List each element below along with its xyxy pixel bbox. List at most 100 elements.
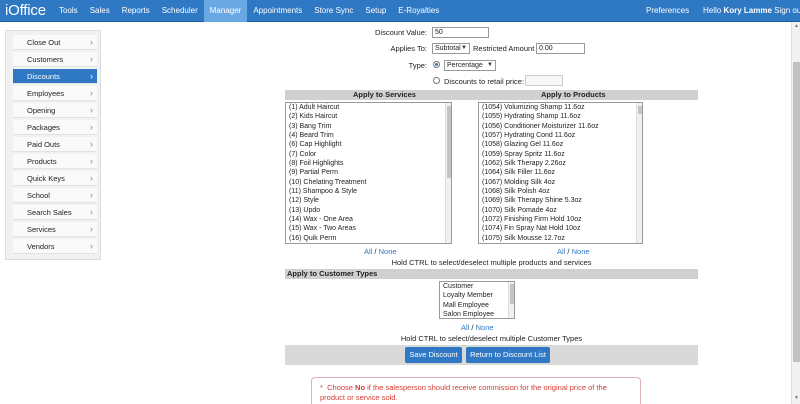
services-listbox[interactable]: (1) Adult Haircut (2) Kids Haircut (3) Ban…	[285, 102, 452, 244]
nav-item-store-sync[interactable]: Store Sync	[308, 0, 359, 22]
nav-item-reports[interactable]: Reports	[116, 0, 156, 22]
products-all-none: All / None	[557, 247, 590, 256]
sidebar-item-customers[interactable]: Customers ›	[13, 52, 97, 67]
sidebar-item-services[interactable]: Services ›	[13, 222, 97, 237]
sidebar-item-packages[interactable]: Packages ›	[13, 120, 97, 135]
customer-types-scrollbar[interactable]	[508, 282, 514, 318]
type-label: Type:	[408, 61, 427, 70]
signout-link[interactable]: Sign out	[774, 6, 800, 15]
services-header: Apply to Services	[353, 90, 416, 99]
nav-item-appointments[interactable]: Appointments	[247, 0, 308, 22]
list-option[interactable]: (12) Style	[286, 196, 451, 205]
sidebar-item-school[interactable]: School ›	[13, 188, 97, 203]
sidebar-item-products[interactable]: Products ›	[13, 154, 97, 169]
list-option[interactable]: (7) Color	[286, 150, 451, 159]
sidebar-item-label: Products	[27, 157, 57, 166]
preferences-link[interactable]: Preferences	[646, 0, 689, 22]
type-select[interactable]: Percentage ▼	[444, 60, 496, 71]
products-ctrl-hint: Hold CTRL to select/deselect multiple pr…	[391, 258, 592, 267]
sidebar-item-quick-keys[interactable]: Quick Keys ›	[13, 171, 97, 186]
list-option[interactable]: (1) Adult Haircut	[286, 103, 451, 112]
list-option[interactable]: Loyalty Member	[440, 291, 514, 300]
sidebar-item-close-out[interactable]: Close Out ›	[13, 35, 97, 50]
products-scrollbar[interactable]	[636, 103, 642, 243]
discount-value-input[interactable]: 50	[432, 27, 489, 38]
products-select-none-link[interactable]: None	[572, 247, 590, 256]
list-option[interactable]: (11) Shampoo & Style	[286, 187, 451, 196]
list-option[interactable]: (3) Bang Trim	[286, 122, 451, 131]
user-name: Kory Lamme	[723, 6, 772, 15]
list-option[interactable]: (2) Kids Haircut	[286, 112, 451, 121]
discount-value-label: Discount Value:	[375, 28, 427, 37]
chevron-right-icon: ›	[90, 37, 93, 47]
customer-types-listbox[interactable]: Customer Loyalty Member Mall Employee Salon…	[439, 281, 515, 319]
nav-item-setup[interactable]: Setup	[359, 0, 392, 22]
retail-price-label: Discounts to retail price:	[444, 77, 525, 86]
sidebar-item-employees[interactable]: Employees ›	[13, 86, 97, 101]
list-option[interactable]: (1075) Silk Mousse 12.7oz	[479, 234, 642, 243]
list-option[interactable]: (9) Partial Perm	[286, 168, 451, 177]
sidebar-item-vendors[interactable]: Vendors ›	[13, 239, 97, 254]
list-option[interactable]: (1054) Volumizing Shamp 11.6oz	[479, 103, 642, 112]
scroll-up-icon[interactable]: ▲	[793, 23, 800, 30]
list-option[interactable]: (1067) Molding Silk 4oz	[479, 178, 642, 187]
list-option[interactable]: (15) Wax - Two Areas	[286, 224, 451, 233]
scrollbar-thumb[interactable]	[447, 106, 451, 178]
nav-item-tools[interactable]: Tools	[53, 0, 84, 22]
restricted-amount-input[interactable]: 0.00	[536, 43, 585, 54]
chevron-right-icon: ›	[90, 88, 93, 98]
page-scrollbar-thumb[interactable]	[793, 62, 800, 362]
type-retail-radio[interactable]	[433, 77, 440, 84]
list-option[interactable]: (1055) Hydrating Shamp 11.6oz	[479, 112, 642, 121]
sidebar-item-discounts[interactable]: Discounts ›	[13, 69, 97, 84]
scrollbar-thumb[interactable]	[638, 106, 642, 114]
list-option[interactable]: (1072) Finishing Firm Hold 10oz	[479, 215, 642, 224]
list-option[interactable]: (1056) Conditioner Moisturizer 11.6oz	[479, 122, 642, 131]
nav-item-scheduler[interactable]: Scheduler	[156, 0, 204, 22]
app-logo[interactable]: iOffice	[5, 2, 46, 19]
list-option[interactable]: (1070) Silk Pomade 4oz	[479, 206, 642, 215]
notice-no: No	[355, 383, 366, 392]
sidebar-item-paid-outs[interactable]: Paid Outs ›	[13, 137, 97, 152]
products-listbox[interactable]: (1054) Volumizing Shamp 11.6oz (1055) Hyd…	[478, 102, 643, 244]
page-scrollbar[interactable]: ▲ ▼	[791, 22, 800, 404]
list-option[interactable]: (1059) Spray Spritz 11.6oz	[479, 150, 642, 159]
scroll-down-icon[interactable]: ▼	[793, 395, 800, 402]
save-discount-button[interactable]: Save Discount	[405, 347, 462, 363]
sidebar-item-opening[interactable]: Opening ›	[13, 103, 97, 118]
list-option[interactable]: (1057) Hydrating Cond 11.6oz	[479, 131, 642, 140]
list-option[interactable]: (6) Cap Highlight	[286, 140, 451, 149]
list-option[interactable]: (1062) Silk Therapy 2.26oz	[479, 159, 642, 168]
list-option[interactable]: (13) Updo	[286, 206, 451, 215]
retail-price-input[interactable]	[525, 75, 563, 86]
nav-item-sales[interactable]: Sales	[84, 0, 116, 22]
list-option[interactable]: (14) Wax - One Area	[286, 215, 451, 224]
sidebar-item-search-sales[interactable]: Search Sales ›	[13, 205, 97, 220]
scrollbar-thumb[interactable]	[510, 284, 514, 304]
services-select-none-link[interactable]: None	[379, 247, 397, 256]
hello-text: Hello	[703, 6, 722, 15]
list-option[interactable]: (1058) Glazing Gel 11.6oz	[479, 140, 642, 149]
list-option[interactable]: (10) Chelating Treatment	[286, 178, 451, 187]
list-option[interactable]: (16) Quik Perm	[286, 234, 451, 243]
services-scrollbar[interactable]	[445, 103, 451, 243]
list-option[interactable]: (1069) Silk Therapy Shine 5.3oz	[479, 196, 642, 205]
list-option[interactable]: (1068) Silk Polish 4oz	[479, 187, 642, 196]
list-option[interactable]: Customer	[440, 282, 514, 291]
list-option[interactable]: (4) Beard Trim	[286, 131, 451, 140]
sidebar-item-label: Vendors	[27, 242, 55, 251]
sidebar-item-label: Discounts	[27, 72, 60, 81]
form-button-bar: Save Discount Return to Discount List	[285, 345, 698, 365]
nav-item-manager[interactable]: Manager	[203, 0, 248, 22]
customer-select-none-link[interactable]: None	[476, 323, 494, 332]
return-to-list-button[interactable]: Return to Discount List	[466, 347, 550, 363]
top-nav-bar: iOffice Tools Sales Reports Scheduler Manage…	[0, 0, 800, 22]
list-option[interactable]: (1074) Fin Spray Nat Hold 10oz	[479, 224, 642, 233]
nav-item-e-royalties[interactable]: E-Royalties	[392, 0, 445, 22]
type-percentage-radio[interactable]	[433, 61, 440, 68]
list-option[interactable]: (1064) Silk Filler 11.6oz	[479, 168, 642, 177]
list-option[interactable]: (8) Foil Highlights	[286, 159, 451, 168]
list-option[interactable]: Mall Employee	[440, 301, 514, 310]
applies-to-select[interactable]: Subtotal ▼	[432, 43, 470, 54]
list-option[interactable]: Salon Employee	[440, 310, 514, 318]
